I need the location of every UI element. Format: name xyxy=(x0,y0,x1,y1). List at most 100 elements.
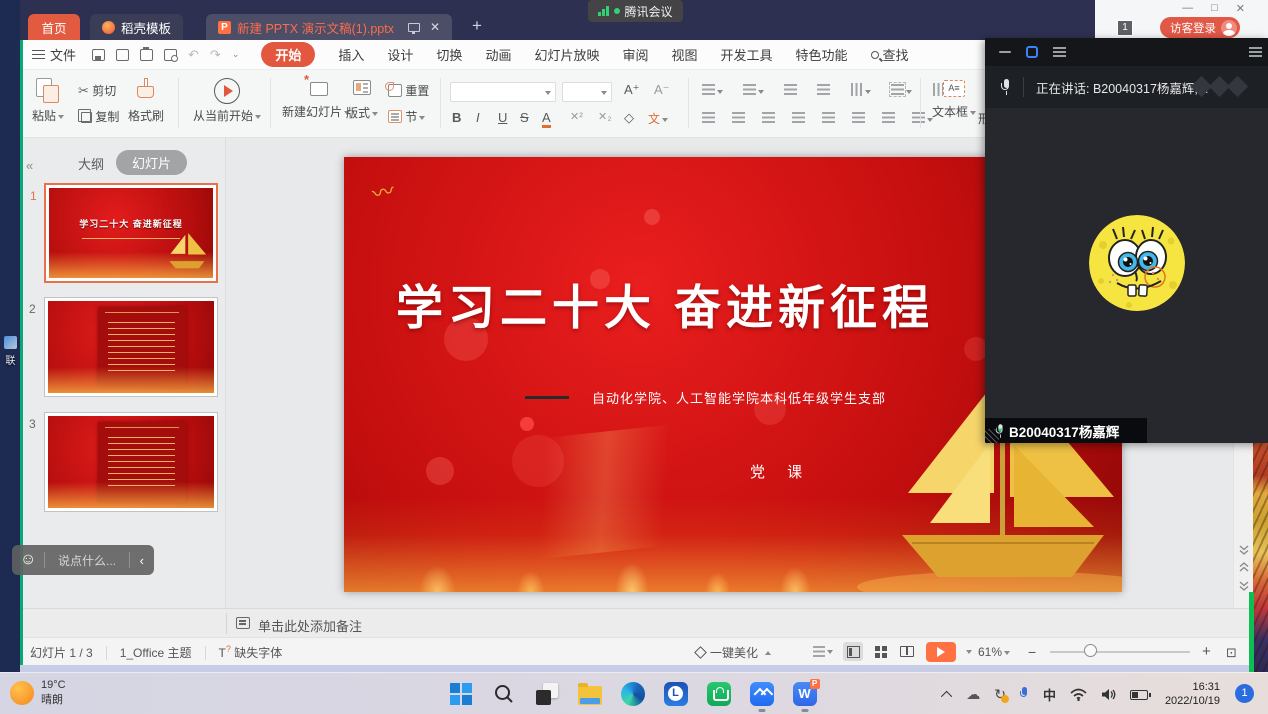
guest-login-button[interactable]: 访客登录 xyxy=(1160,17,1240,38)
chat-pill[interactable]: ☺ 说点什么... ‹ xyxy=(12,545,154,575)
start-button[interactable] xyxy=(447,680,474,707)
grow-font-button[interactable]: A⁺ xyxy=(624,82,640,98)
strikethrough-button[interactable]: S xyxy=(520,110,529,125)
textbox-button[interactable]: A≡ 文本框 xyxy=(932,80,976,120)
close-button[interactable]: ✕ xyxy=(1236,2,1245,15)
wifi-icon[interactable] xyxy=(1070,688,1087,701)
shading-button[interactable] xyxy=(891,84,912,98)
normal-view-button[interactable] xyxy=(843,642,863,661)
menu-start[interactable]: 开始 xyxy=(261,42,315,67)
menu-transitions[interactable]: 切换 xyxy=(436,45,462,64)
print-icon[interactable] xyxy=(140,49,153,61)
missing-font-indicator[interactable]: T? 缺失字体 xyxy=(219,644,283,661)
clock[interactable]: 16:31 2022/10/19 xyxy=(1165,680,1220,709)
slide-thumbnail-2[interactable]: 2 xyxy=(44,297,218,397)
paste-button[interactable]: 粘贴 xyxy=(32,78,64,124)
italic-button[interactable]: I xyxy=(476,110,480,125)
layout-button[interactable]: 版式 xyxy=(346,80,378,121)
next-slide-icon[interactable] xyxy=(1238,579,1250,591)
copy-button[interactable]: 复制 xyxy=(78,108,119,125)
chat-collapse-icon[interactable]: ‹ xyxy=(140,553,144,568)
line-spacing-up-button[interactable] xyxy=(852,112,865,123)
zoom-out-button[interactable]: − xyxy=(1028,644,1036,660)
shrink-font-button[interactable]: A⁻ xyxy=(654,82,670,98)
fit-slide-button[interactable]: ⊡ xyxy=(1226,645,1237,661)
minimize-button[interactable]: — xyxy=(1182,2,1193,15)
align-left-button[interactable] xyxy=(702,112,715,123)
undo-icon[interactable]: ↶ xyxy=(188,47,199,63)
underline-button[interactable]: U xyxy=(498,110,507,125)
meeting-minimize-icon[interactable] xyxy=(999,51,1011,54)
tencent-meeting-pill[interactable]: 腾讯会议 xyxy=(588,0,683,22)
format-painter-button[interactable]: 格式刷 xyxy=(128,78,164,124)
line-spacing-button[interactable] xyxy=(912,112,933,126)
menu-features[interactable]: 特色功能 xyxy=(796,45,848,64)
decrease-indent-button[interactable] xyxy=(784,84,797,95)
menu-insert[interactable]: 插入 xyxy=(338,45,364,64)
new-slide-button[interactable]: * 新建幻灯片 xyxy=(282,76,350,120)
distribute-button[interactable] xyxy=(822,112,835,123)
text-direction-button[interactable] xyxy=(850,84,871,98)
tab-close-icon[interactable]: ✕ xyxy=(430,20,440,34)
scroll-down-icon[interactable] xyxy=(1238,543,1250,555)
menu-design[interactable]: 设计 xyxy=(387,45,413,64)
slide-thumbnail-1[interactable]: 1 学习二十大 奋进新征程 xyxy=(44,183,218,283)
menu-review[interactable]: 审阅 xyxy=(622,45,648,64)
tencent-meeting-button[interactable] xyxy=(748,680,775,707)
emoji-icon[interactable]: ☺ xyxy=(20,551,36,569)
increase-indent-button[interactable] xyxy=(817,84,830,95)
weather-widget[interactable]: 19°C 晴朗 xyxy=(10,678,66,708)
customize-caret-icon[interactable]: ⌄ xyxy=(232,49,240,60)
search-button[interactable] xyxy=(490,680,517,707)
print-preview-icon[interactable] xyxy=(164,49,177,61)
reading-view-button[interactable] xyxy=(897,642,917,661)
edge-button[interactable] xyxy=(619,680,646,707)
notification-badge[interactable]: 1 xyxy=(1235,684,1254,703)
meeting-layout-icon[interactable] xyxy=(1053,47,1066,57)
theme-name[interactable]: 1_Office 主题 xyxy=(120,644,192,661)
task-view-button[interactable] xyxy=(533,680,560,707)
subscript-button[interactable]: ✕₂ xyxy=(598,110,612,123)
find-button[interactable]: 查找 xyxy=(871,45,909,64)
font-size-select[interactable] xyxy=(562,82,612,102)
justify-button[interactable] xyxy=(792,112,805,123)
tab-outline[interactable]: 大纲 xyxy=(78,154,104,173)
previous-slide-icon[interactable] xyxy=(1238,560,1250,572)
redo-icon[interactable]: ↷ xyxy=(210,47,221,63)
zoom-in-button[interactable]: + xyxy=(1202,643,1211,660)
reset-button[interactable]: 重置 xyxy=(388,82,429,99)
file-menu[interactable]: 文件 xyxy=(32,45,76,64)
slide-sorter-view-button[interactable] xyxy=(871,642,891,661)
meeting-menu-icon[interactable] xyxy=(1249,47,1262,57)
play-from-current-button[interactable]: 从当前开始 xyxy=(188,78,266,124)
menu-slideshow[interactable]: 幻灯片放映 xyxy=(534,45,599,64)
lenovo-app-button[interactable]: L xyxy=(662,680,689,707)
speaker-icon[interactable] xyxy=(1101,688,1116,701)
play-options-caret[interactable] xyxy=(958,642,978,661)
slide-thumbnail-3[interactable]: 3 xyxy=(44,412,218,512)
battery-icon[interactable] xyxy=(1130,690,1148,700)
sync-icon[interactable]: ↻ xyxy=(994,686,1006,703)
ime-indicator[interactable]: 中 xyxy=(1043,685,1056,704)
tab-slides[interactable]: 幻灯片 xyxy=(116,150,187,175)
clear-format-icon[interactable]: ◇ xyxy=(624,110,634,126)
chat-placeholder[interactable]: 说点什么... xyxy=(45,552,128,569)
desktop-shortcut[interactable]: 联 xyxy=(3,336,18,369)
tab-home[interactable]: 首页 xyxy=(28,14,80,40)
view-options-button[interactable] xyxy=(813,642,833,661)
zoom-slider-track[interactable] xyxy=(1050,651,1190,653)
zoom-level[interactable]: 61% xyxy=(978,645,1010,659)
file-explorer-button[interactable] xyxy=(576,680,603,707)
zoom-slider-knob[interactable] xyxy=(1084,644,1097,657)
maximize-button[interactable]: □ xyxy=(1211,2,1218,15)
numbering-button[interactable] xyxy=(743,84,764,98)
collapse-sidebar-button[interactable]: « xyxy=(26,158,33,173)
tray-mic-icon[interactable] xyxy=(1020,687,1029,702)
app-store-button[interactable] xyxy=(705,680,732,707)
superscript-button[interactable]: ✕² xyxy=(570,110,583,123)
wps-office-button[interactable]: WP xyxy=(791,680,818,707)
font-name-select[interactable] xyxy=(450,82,556,102)
notes-placeholder[interactable]: 单击此处添加备注 xyxy=(258,616,362,635)
tab-document[interactable]: P 新建 PPTX 演示文稿(1).pptx ✕ xyxy=(206,14,452,40)
hidden-icons-chevron[interactable] xyxy=(941,690,952,701)
